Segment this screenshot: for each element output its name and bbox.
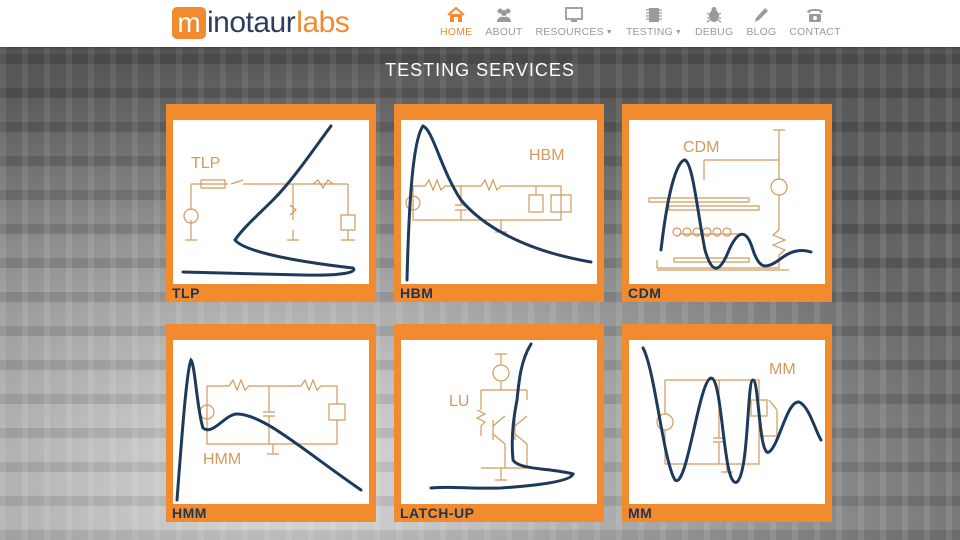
nav-item-resources[interactable]: RESOURCES ▼ (535, 6, 613, 42)
diagram-label-mm: MM (769, 361, 796, 378)
service-card-hbm[interactable]: HBM HBM (394, 104, 604, 302)
card-diagram-mm: MM (629, 340, 825, 504)
home-icon (447, 6, 465, 22)
diagram-label-latchup: LU (449, 393, 469, 410)
logo[interactable]: m inotaur labs (172, 7, 364, 39)
nav-item-about[interactable]: ABOUT (485, 6, 522, 42)
bug-icon (706, 7, 722, 23)
service-card-hmm[interactable]: HMM HMM (166, 324, 376, 522)
main-nav: HOME ABOUT RESOURCES ▼ TESTING ▼ DEBUG B… (440, 6, 854, 42)
card-label-cdm: CDM (628, 285, 662, 301)
hmm-diagram: HMM (175, 357, 363, 502)
card-diagram-cdm: CDM (629, 120, 825, 284)
card-label-hmm: HMM (172, 505, 207, 521)
people-icon (496, 8, 511, 22)
monitor-icon (565, 7, 584, 22)
mm-diagram: MM (641, 346, 823, 484)
nav-label-home: HOME (440, 26, 473, 38)
latchup-diagram: LU (429, 342, 575, 490)
logo-text-labs: labs (296, 6, 350, 39)
section-title: TESTING SERVICES (385, 60, 575, 80)
nav-label-blog: BLOG (746, 26, 777, 38)
hbm-diagram: HBM (405, 124, 593, 282)
diagram-label-cdm: CDM (683, 139, 719, 156)
diagram-label-hmm: HMM (203, 451, 241, 468)
nav-item-debug[interactable]: DEBUG (695, 6, 733, 42)
diagram-label-tlp: TLP (191, 155, 220, 172)
nav-label-about: ABOUT (485, 26, 523, 38)
logo-mark: m (172, 7, 206, 39)
nav-label-debug: DEBUG (694, 26, 734, 38)
top-navbar: m inotaur labs HOME ABOUT RESOURCES ▼ TE… (0, 0, 960, 47)
card-diagram-hmm: HMM (173, 340, 369, 504)
logo-text-minotaur: inotaur (207, 6, 296, 39)
diagram-label-hbm: HBM (529, 147, 565, 164)
service-card-tlp[interactable]: TLP TLP (166, 104, 376, 302)
card-diagram-tlp: TLP (173, 120, 369, 284)
nav-label-testing: TESTING ▼ (625, 26, 682, 38)
card-label-tlp: TLP (172, 285, 200, 301)
phone-icon (807, 9, 823, 22)
nav-item-blog[interactable]: BLOG (746, 6, 776, 42)
card-label-hbm: HBM (400, 285, 434, 301)
pencil-icon (755, 8, 769, 22)
nav-item-home[interactable]: HOME (440, 6, 472, 42)
nav-label-resources: RESOURCES ▼ (535, 26, 613, 38)
nav-item-contact[interactable]: CONTACT (789, 6, 840, 42)
nav-label-contact: CONTACT (789, 26, 841, 38)
nav-item-testing[interactable]: TESTING ▼ (626, 6, 682, 42)
cdm-diagram: CDM (648, 129, 813, 271)
service-card-latchup[interactable]: LU LATCH-UP (394, 324, 604, 522)
tlp-diagram: TLP (181, 124, 356, 277)
chip-icon (645, 8, 662, 22)
card-diagram-latchup: LU (401, 340, 597, 504)
card-diagram-hbm: HBM (401, 120, 597, 284)
service-card-cdm[interactable]: CDM CDM (622, 104, 832, 302)
card-label-latchup: LATCH-UP (400, 505, 475, 521)
card-label-mm: MM (628, 505, 653, 521)
service-card-mm[interactable]: MM MM (622, 324, 832, 522)
